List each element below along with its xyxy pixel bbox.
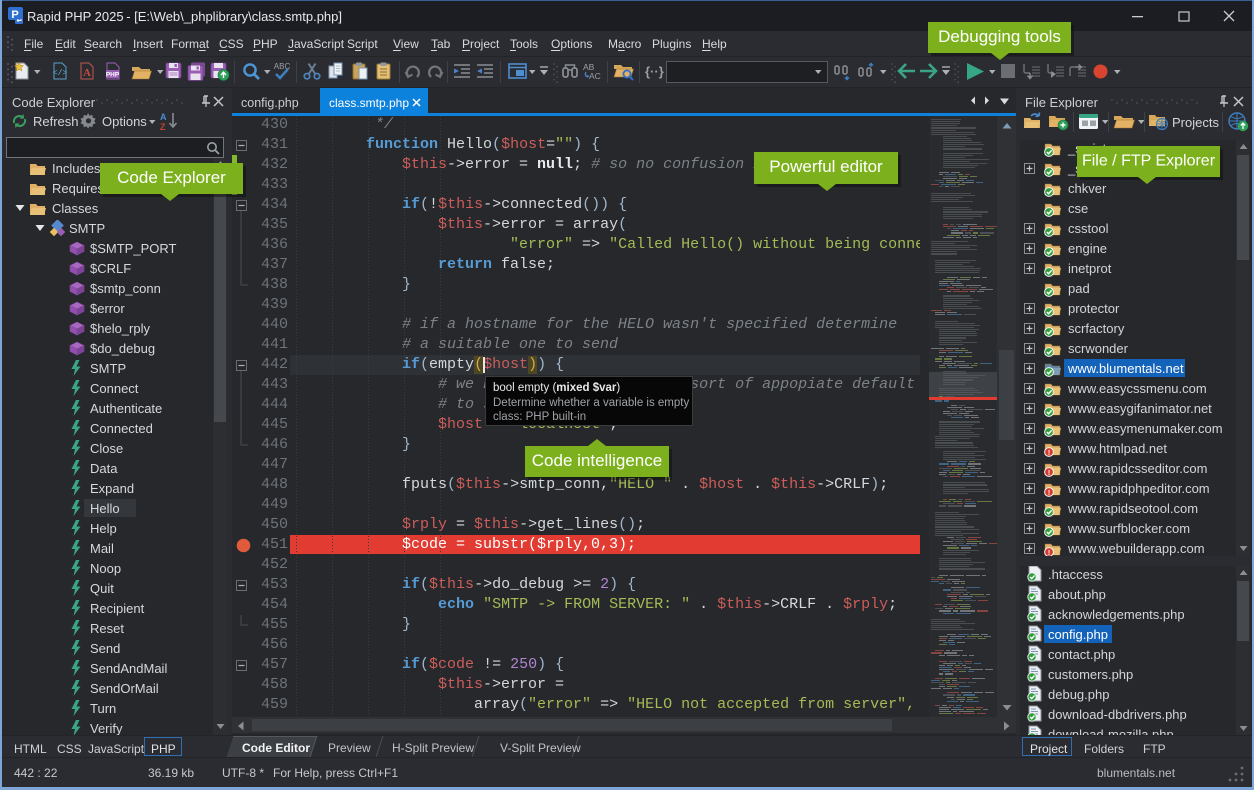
svg-text:A: A — [160, 112, 167, 122]
svg-text:!: ! — [1048, 490, 1050, 497]
svg-text:!: ! — [1048, 450, 1050, 457]
svg-text:Z: Z — [160, 122, 166, 131]
svg-text:AC: AC — [589, 71, 601, 81]
svg-text:A: A — [83, 67, 91, 79]
svg-text:PHP: PHP — [106, 72, 120, 79]
svg-text:P: P — [11, 9, 18, 21]
svg-text:</>: </> — [53, 69, 68, 78]
svg-text:!: ! — [1048, 470, 1050, 477]
